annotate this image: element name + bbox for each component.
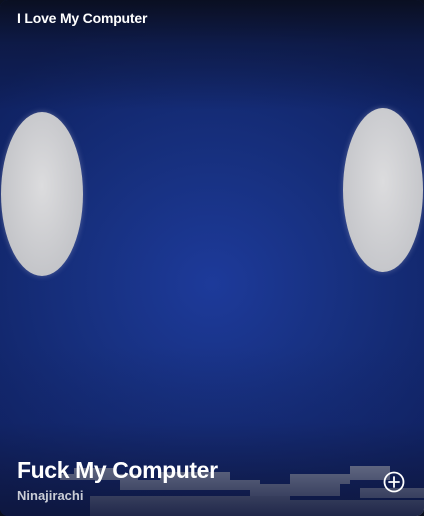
- add-to-library-button[interactable]: [383, 471, 405, 493]
- cover-art-right-eye: [343, 108, 423, 272]
- cover-art-left-eye: [1, 112, 83, 276]
- track-title[interactable]: Fuck My Computer: [17, 457, 218, 484]
- playlist-title[interactable]: I Love My Computer: [17, 10, 147, 26]
- plus-circle-icon: [383, 471, 405, 493]
- artist-name[interactable]: Ninajirachi: [17, 488, 83, 503]
- now-playing-card: I Love My Computer Fuck My Computer Nina…: [0, 0, 424, 516]
